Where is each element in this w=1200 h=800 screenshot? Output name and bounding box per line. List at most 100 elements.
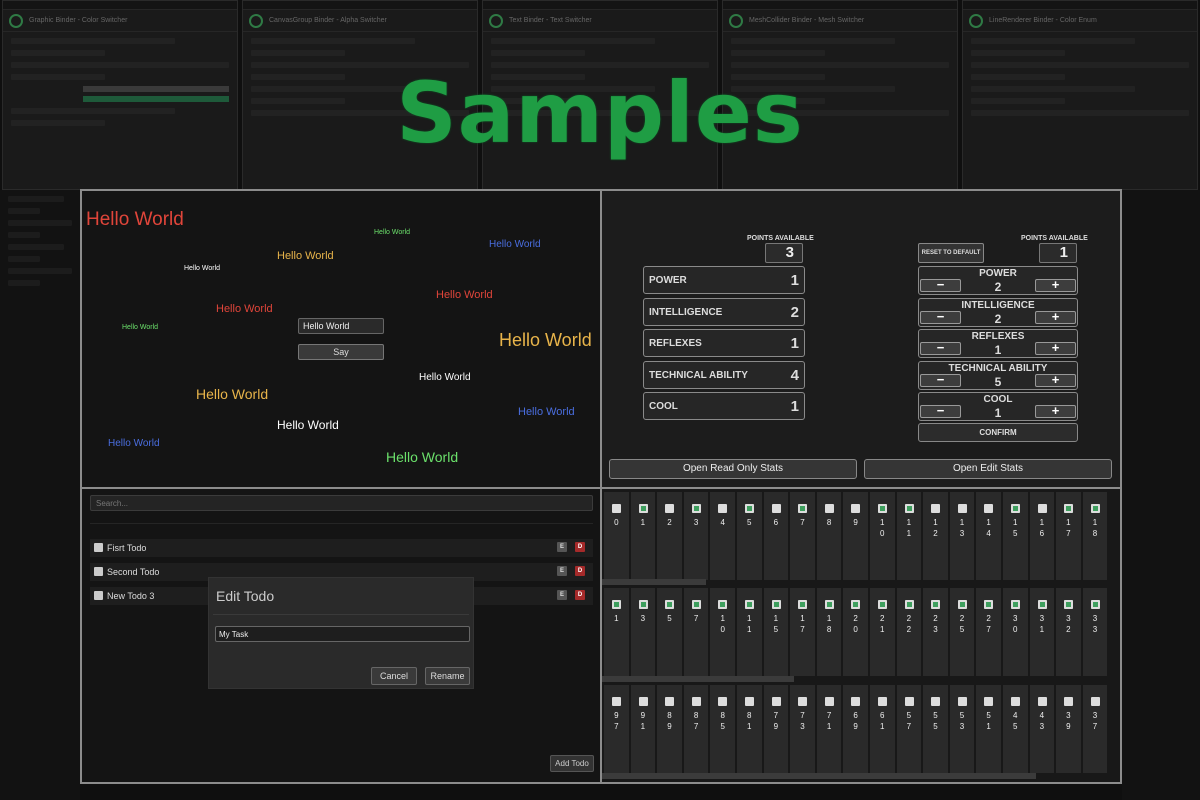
toggle-label: 7 9 <box>773 711 779 731</box>
toggle-checkbox[interactable] <box>1064 600 1074 609</box>
toggle-checkbox[interactable] <box>1037 600 1047 609</box>
toggle-label: 7 <box>693 614 699 623</box>
toggle-checkbox[interactable] <box>691 504 701 513</box>
toggle-checkbox[interactable] <box>1037 504 1047 513</box>
toggle-checkbox[interactable] <box>612 600 621 609</box>
toggle-checkbox[interactable] <box>1090 697 1100 706</box>
plus-button[interactable]: + <box>1035 310 1076 324</box>
toggle-checkbox[interactable] <box>638 697 648 706</box>
toggle-item: 8 5 <box>710 685 735 773</box>
toggle-checkbox[interactable] <box>824 697 834 706</box>
rename-button[interactable]: Rename <box>425 667 470 685</box>
toggle-checkbox[interactable] <box>665 504 675 513</box>
toggle-checkbox[interactable] <box>931 697 941 706</box>
todo-name-input[interactable] <box>215 626 470 642</box>
toggle-checkbox[interactable] <box>665 600 675 609</box>
toggle-item: 5 <box>657 588 682 676</box>
plus-button[interactable]: + <box>1035 278 1076 292</box>
toggle-checkbox[interactable] <box>984 697 994 706</box>
reset-to-default-button[interactable]: RESET TO DEFAULT <box>918 243 984 263</box>
cancel-button[interactable]: Cancel <box>371 667 417 685</box>
toggle-checkbox[interactable] <box>904 600 914 609</box>
toggle-checkbox[interactable] <box>771 504 781 513</box>
toggle-checkbox[interactable] <box>877 504 887 513</box>
todo-checkbox[interactable] <box>94 543 103 552</box>
toggle-list-sample: 0 1 2 3 4 5 6 7 8 9 1 0 1 1 1 2 1 3 1 4 1 5 1 6 1 7 1 8 1 3… <box>602 489 1120 782</box>
toggle-checkbox[interactable] <box>1010 504 1020 513</box>
edit-button[interactable]: E <box>557 590 567 600</box>
toggle-checkbox[interactable] <box>798 504 808 513</box>
toggle-checkbox[interactable] <box>798 697 808 706</box>
toggle-checkbox[interactable] <box>1037 697 1047 706</box>
toggle-checkbox[interactable] <box>931 504 941 513</box>
stats-sample: POINTS AVAILABLE 3 POWER 1 INTELLIGENCE 2 … <box>602 191 1120 487</box>
hello-text: Hello World <box>277 250 334 262</box>
toggle-checkbox[interactable] <box>824 600 834 609</box>
open-read-only-stats-button[interactable]: Open Read Only Stats <box>609 459 857 479</box>
horizontal-scrollbar[interactable] <box>602 676 794 682</box>
toggle-item: 1 5 <box>1002 492 1028 580</box>
plus-button[interactable]: + <box>1035 373 1076 387</box>
toggle-label: 2 0 <box>853 614 858 634</box>
toggle-checkbox[interactable] <box>824 504 834 513</box>
toggle-checkbox[interactable] <box>771 697 781 706</box>
edit-button[interactable]: E <box>557 542 567 552</box>
toggle-label: 1 0 <box>880 518 885 538</box>
toggle-checkbox[interactable] <box>744 697 754 706</box>
plus-button[interactable]: + <box>1035 341 1076 355</box>
toggle-checkbox[interactable] <box>984 504 994 513</box>
toggle-checkbox[interactable] <box>744 504 754 513</box>
toggle-checkbox[interactable] <box>1010 600 1020 609</box>
toggle-checkbox[interactable] <box>798 600 808 609</box>
toggle-checkbox[interactable] <box>771 600 781 609</box>
toggle-checkbox[interactable] <box>718 600 728 609</box>
delete-button[interactable]: D <box>575 590 585 600</box>
edit-button[interactable]: E <box>557 566 567 576</box>
dialog-title: Edit Todo <box>216 588 275 604</box>
delete-button[interactable]: D <box>575 566 585 576</box>
toggle-checkbox[interactable] <box>877 697 887 706</box>
toggle-checkbox[interactable] <box>1090 504 1100 513</box>
toggle-checkbox[interactable] <box>665 697 675 706</box>
toggle-checkbox[interactable] <box>1064 504 1074 513</box>
todo-checkbox[interactable] <box>94 567 103 576</box>
toggle-checkbox[interactable] <box>612 504 621 513</box>
toggle-item: 0 <box>604 492 629 580</box>
open-edit-stats-button[interactable]: Open Edit Stats <box>864 459 1112 479</box>
toggle-checkbox[interactable] <box>851 504 861 513</box>
horizontal-scrollbar[interactable] <box>602 579 706 585</box>
page-title: Samples <box>396 64 804 162</box>
edit-points-available-label: POINTS AVAILABLE <box>1021 235 1088 242</box>
toggle-checkbox[interactable] <box>638 504 648 513</box>
toggle-checkbox[interactable] <box>638 600 648 609</box>
toggle-checkbox[interactable] <box>718 697 728 706</box>
toggle-checkbox[interactable] <box>957 504 967 513</box>
toggle-checkbox[interactable] <box>612 697 621 706</box>
toggle-checkbox[interactable] <box>691 600 701 609</box>
toggle-checkbox[interactable] <box>1064 697 1074 706</box>
toggle-checkbox[interactable] <box>744 600 754 609</box>
horizontal-scrollbar[interactable] <box>602 773 1036 779</box>
toggle-checkbox[interactable] <box>957 697 967 706</box>
todo-checkbox[interactable] <box>94 591 103 600</box>
say-button[interactable]: Say <box>298 344 384 360</box>
toggle-checkbox[interactable] <box>1010 697 1020 706</box>
toggle-checkbox[interactable] <box>1090 600 1100 609</box>
confirm-button[interactable]: CONFIRM <box>918 423 1078 442</box>
toggle-checkbox[interactable] <box>877 600 887 609</box>
hello-input[interactable]: Hello World <box>298 318 384 334</box>
toggle-checkbox[interactable] <box>904 697 914 706</box>
toggle-checkbox[interactable] <box>957 600 967 609</box>
toggle-checkbox[interactable] <box>691 697 701 706</box>
toggle-checkbox[interactable] <box>931 600 941 609</box>
toggle-checkbox[interactable] <box>904 504 914 513</box>
delete-button[interactable]: D <box>575 542 585 552</box>
toggle-checkbox[interactable] <box>851 600 861 609</box>
toggle-checkbox[interactable] <box>718 504 728 513</box>
add-todo-button[interactable]: Add Todo <box>550 755 594 772</box>
toggle-checkbox[interactable] <box>851 697 861 706</box>
search-input[interactable]: Search... <box>90 495 593 511</box>
plus-button[interactable]: + <box>1035 404 1076 418</box>
toggle-item: 1 4 <box>976 492 1001 580</box>
toggle-checkbox[interactable] <box>984 600 994 609</box>
